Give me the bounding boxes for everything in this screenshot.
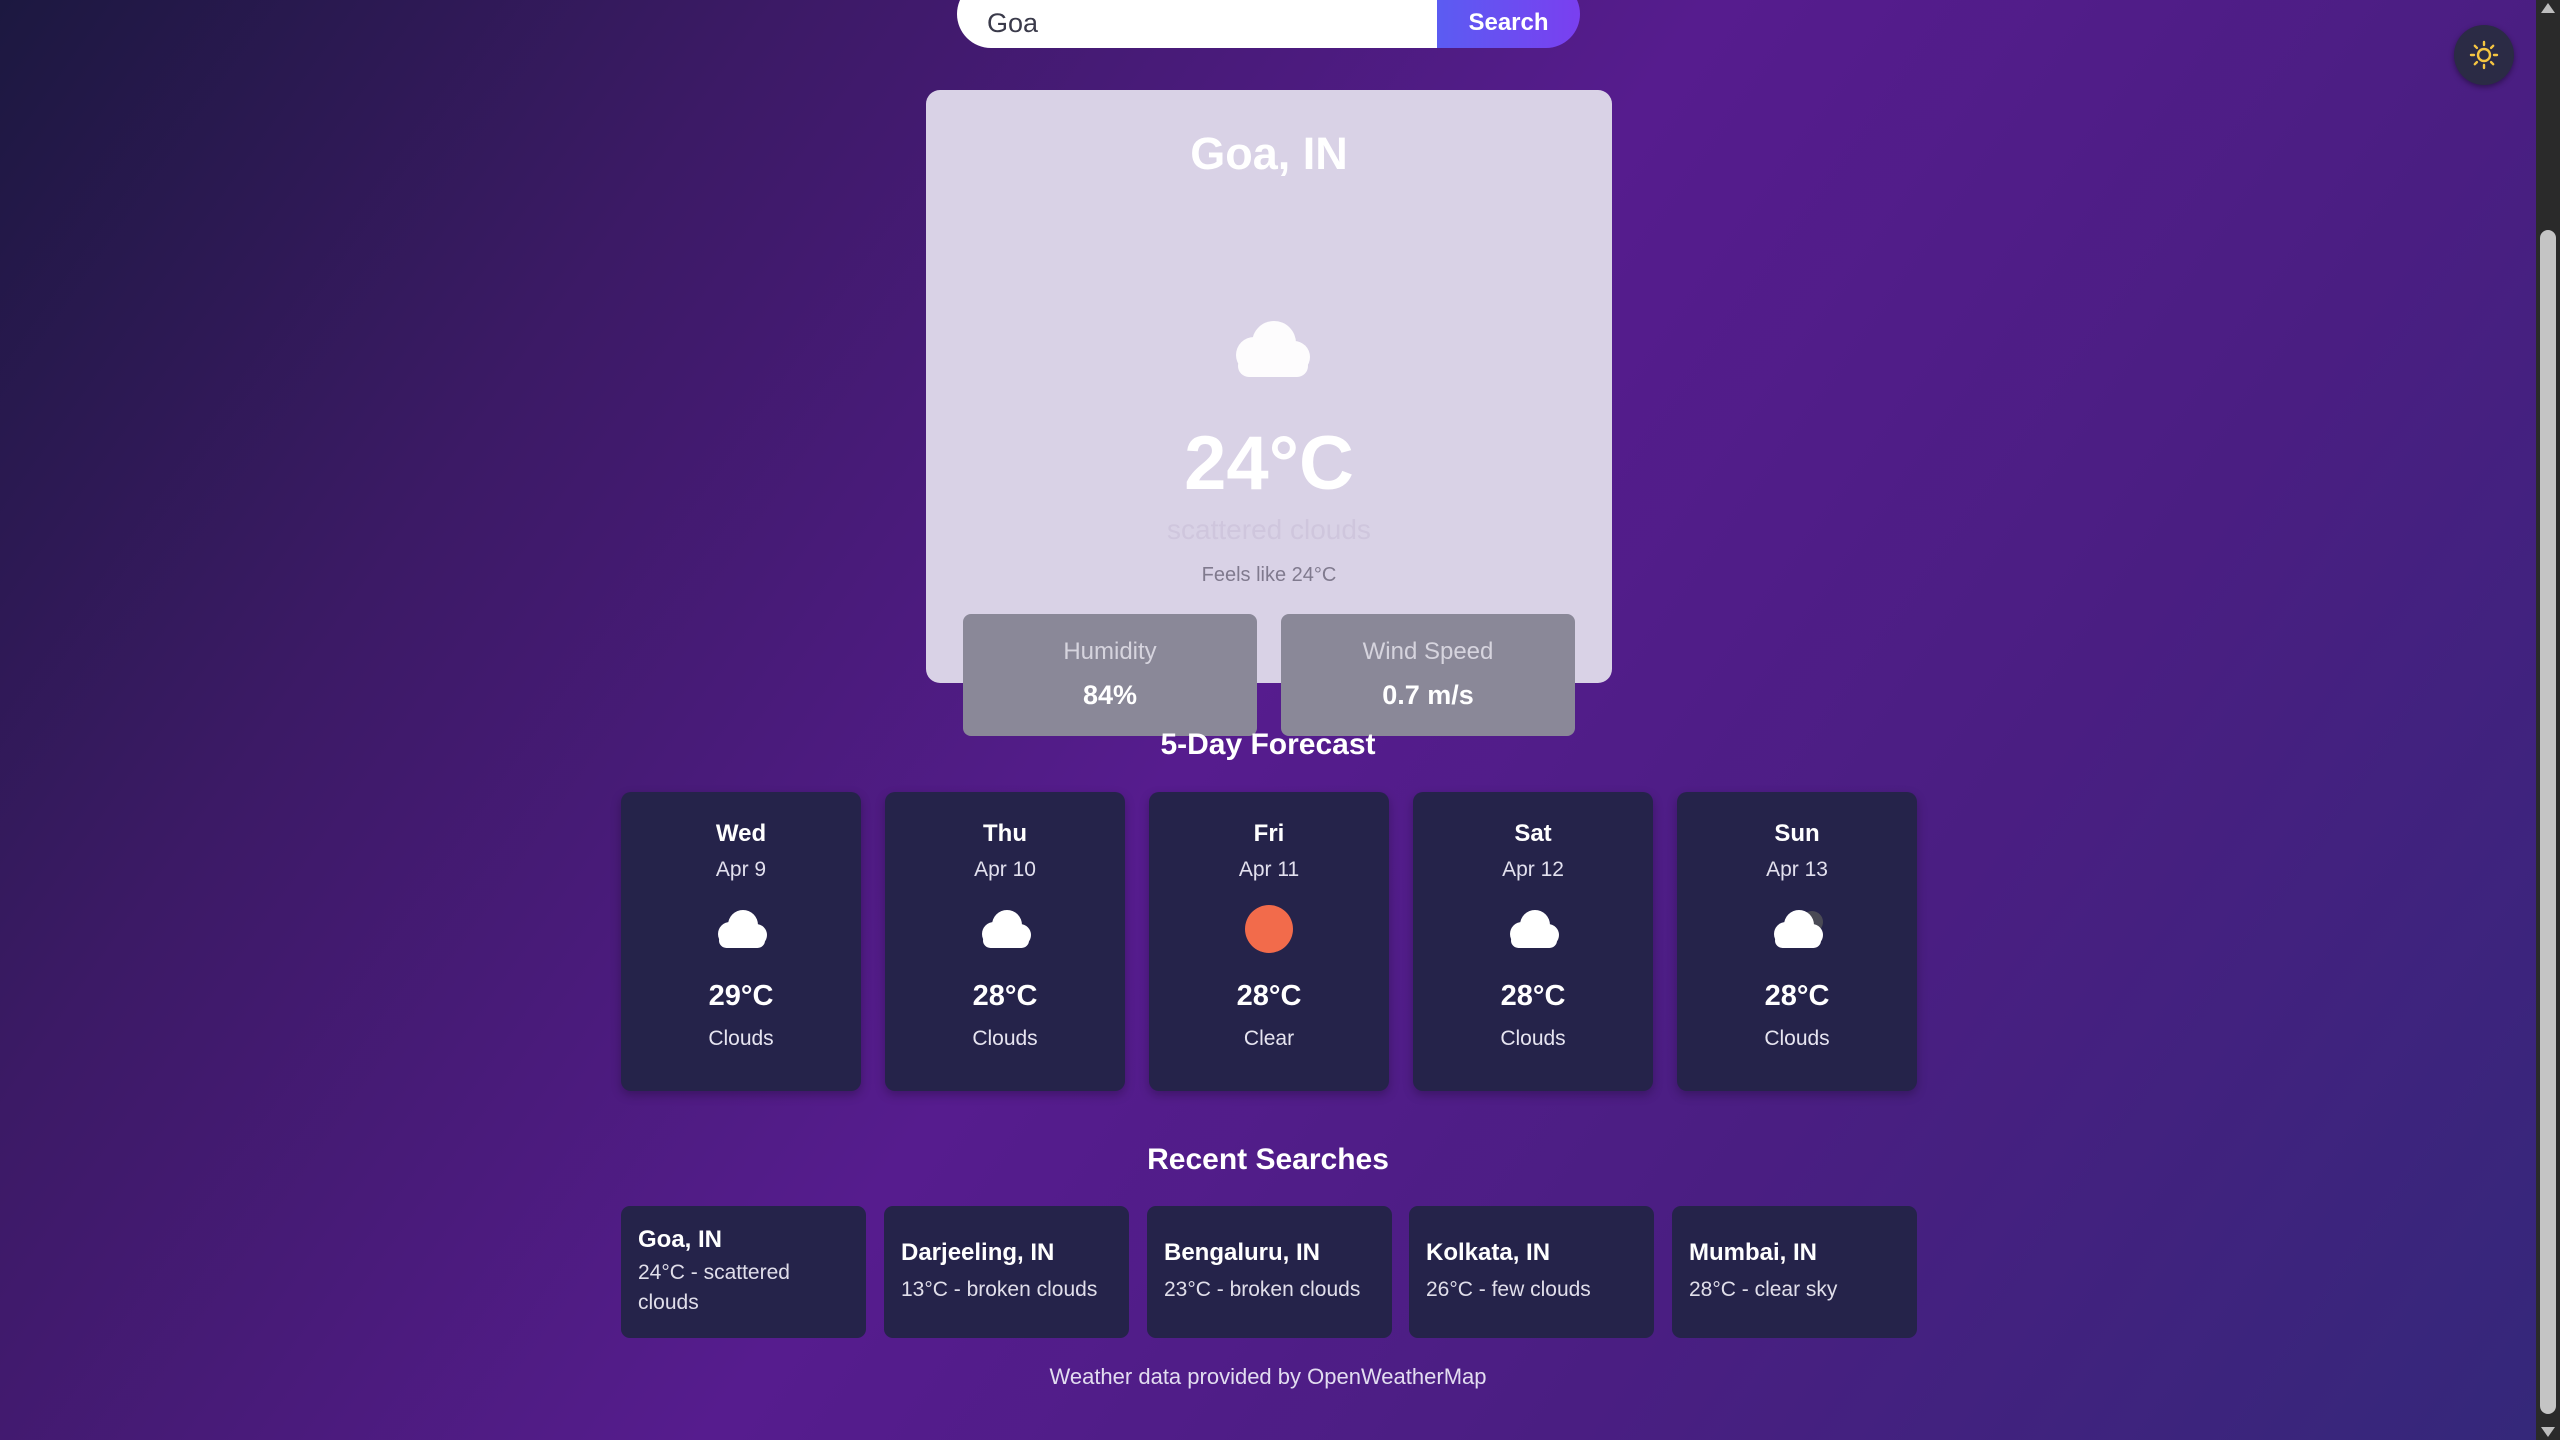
forecast-card: Wed Apr 9 29°C Clouds	[621, 792, 861, 1091]
cloud-icon	[1766, 904, 1828, 954]
recent-city: Darjeeling, IN	[901, 1239, 1055, 1266]
forecast-date: Apr 9	[715, 858, 767, 881]
current-temperature: 24°C	[1184, 421, 1354, 506]
wind-speed-label: Wind Speed	[1362, 638, 1494, 665]
forecast-date: Apr 10	[974, 858, 1036, 881]
forecast-day: Wed	[715, 820, 767, 847]
forecast-day: Sun	[1774, 820, 1820, 847]
recent-search-item[interactable]: Darjeeling, IN 13°C - broken clouds	[884, 1206, 1129, 1338]
humidity-label: Humidity	[1063, 638, 1157, 665]
forecast-temp: 28°C	[1236, 980, 1302, 1012]
forecast-date: Apr 11	[1238, 858, 1300, 881]
forecast-condition: Clear	[1243, 1027, 1295, 1050]
search-input[interactable]	[957, 0, 1437, 48]
recent-city: Mumbai, IN	[1689, 1239, 1818, 1266]
current-city: Goa, IN	[1190, 128, 1348, 179]
vertical-scrollbar[interactable]	[2536, 0, 2560, 1440]
recent-info: 23°C - broken clouds	[1164, 1278, 1361, 1301]
scroll-down-arrow-icon[interactable]	[2541, 1427, 2555, 1437]
forecast-condition: Clouds	[972, 1027, 1038, 1050]
search-button[interactable]: Search	[1437, 0, 1580, 48]
forecast-title: 5-Day Forecast	[1160, 728, 1376, 761]
humidity-panel: Humidity 84%	[963, 614, 1257, 736]
recent-search-item[interactable]: Kolkata, IN 26°C - few clouds	[1409, 1206, 1654, 1338]
forecast-temp: 28°C	[972, 980, 1038, 1012]
cloud-icon	[1502, 904, 1564, 954]
forecast-date: Apr 12	[1502, 858, 1564, 881]
recent-info: 28°C - clear sky	[1689, 1278, 1838, 1301]
forecast-condition: Clouds	[1500, 1027, 1566, 1050]
wind-speed-panel: Wind Speed 0.7 m/s	[1281, 614, 1575, 736]
recent-city: Goa, IN	[638, 1226, 723, 1253]
wind-speed-value: 0.7 m/s	[1382, 680, 1474, 710]
forecast-condition: Clouds	[708, 1027, 774, 1050]
sun-icon	[2469, 40, 2499, 70]
scrollbar-thumb[interactable]	[2540, 230, 2556, 1414]
forecast-card: Sun Apr 13 28°C Clouds	[1677, 792, 1917, 1091]
cloud-icon	[974, 904, 1036, 954]
forecast-card: Sat Apr 12 28°C Clouds	[1413, 792, 1653, 1091]
current-weather-card: Goa, IN 24°C scattered clouds Feels like…	[926, 90, 1612, 736]
sun-icon	[1238, 904, 1300, 954]
scroll-up-arrow-icon[interactable]	[2541, 3, 2555, 13]
recent-search-item[interactable]: Bengaluru, IN 23°C - broken clouds	[1147, 1206, 1392, 1338]
recent-info: 26°C - few clouds	[1426, 1278, 1591, 1301]
recent-search-item[interactable]: Mumbai, IN 28°C - clear sky	[1672, 1206, 1917, 1338]
feels-like: Feels like 24°C	[1201, 564, 1337, 586]
current-description: scattered clouds	[1167, 514, 1371, 545]
recent-search-item[interactable]: Goa, IN 24°C - scattered clouds	[621, 1206, 866, 1338]
search-bar: Search	[957, 0, 1580, 48]
forecast-day: Fri	[1253, 820, 1285, 847]
recent-city: Kolkata, IN	[1426, 1239, 1551, 1266]
cloud-icon	[710, 904, 772, 954]
footer-attribution: Weather data provided by OpenWeatherMap	[1049, 1364, 1487, 1389]
recent-city: Bengaluru, IN	[1164, 1239, 1321, 1266]
theme-toggle-button[interactable]	[2454, 25, 2514, 85]
recent-info: 24°C - scattered clouds	[638, 1261, 790, 1314]
forecast-date: Apr 13	[1766, 858, 1828, 881]
forecast-card: Thu Apr 10 28°C Clouds	[885, 792, 1125, 1091]
forecast-card: Fri Apr 11 28°C Clear	[1149, 792, 1389, 1091]
forecast-temp: 29°C	[708, 980, 774, 1012]
forecast-day: Sat	[1514, 820, 1552, 847]
recent-info: 13°C - broken clouds	[901, 1278, 1098, 1301]
forecast-temp: 28°C	[1764, 980, 1830, 1012]
recent-searches-title: Recent Searches	[1147, 1143, 1389, 1176]
forecast-condition: Clouds	[1764, 1027, 1830, 1050]
humidity-value: 84%	[1082, 680, 1138, 710]
weather-app: Search Goa, IN 24°C scattered clouds Fee…	[0, 0, 2536, 1440]
cloud-icon	[1236, 321, 1310, 377]
forecast-temp: 28°C	[1500, 980, 1566, 1012]
forecast-day: Thu	[983, 820, 1027, 847]
